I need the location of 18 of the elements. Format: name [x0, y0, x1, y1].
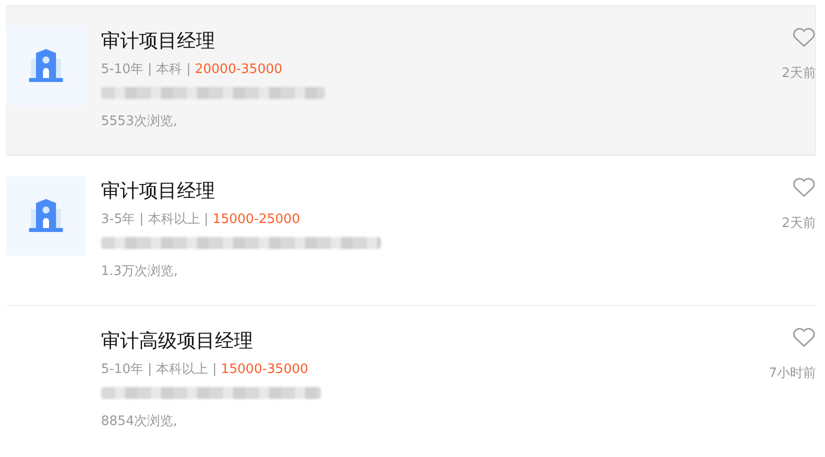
heart-icon[interactable] [792, 326, 816, 348]
view-count: 1.3万次浏览, [101, 263, 179, 281]
building-icon [27, 47, 65, 85]
job-title[interactable]: 审计高级项目经理 [101, 328, 769, 354]
job-meta: 5-10年 | 本科以上 | 15000-35000 [101, 361, 310, 379]
job-title[interactable]: 审计项目经理 [101, 28, 782, 54]
job-card[interactable]: 审计项目经理 5-10年 | 本科 | 20000-35000 5553次浏览, 2天前 [6, 5, 816, 155]
heart-icon[interactable] [792, 26, 816, 48]
view-count: 5553次浏览, [101, 113, 178, 131]
job-meta: 5-10年 | 本科 | 20000-35000 [101, 61, 284, 79]
posted-time: 2天前 [782, 65, 816, 82]
job-meta: 3-5年 | 本科以上 | 15000-25000 [101, 211, 301, 229]
heart-icon[interactable] [792, 176, 816, 198]
view-count: 8854次浏览, [101, 413, 178, 431]
building-icon [27, 197, 65, 235]
job-title[interactable]: 审计项目经理 [101, 178, 782, 204]
posted-time: 7小时前 [768, 365, 816, 382]
posted-time: 2天前 [782, 215, 816, 232]
